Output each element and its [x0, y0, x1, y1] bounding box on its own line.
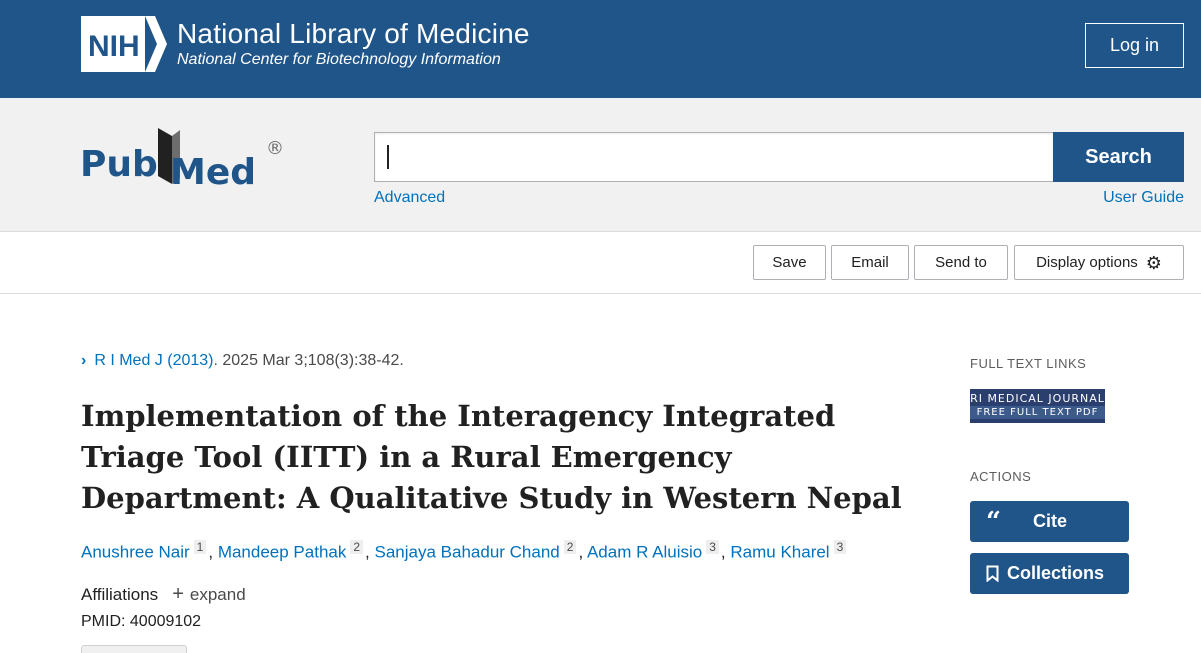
journal-link[interactable]: R I Med J (2013). [94, 352, 218, 370]
chevron-right-icon[interactable]: › [81, 352, 86, 370]
affiliation-number[interactable]: 3 [706, 540, 719, 554]
user-guide-link[interactable]: User Guide [1103, 189, 1184, 207]
quote-icon: “ [986, 506, 1001, 537]
author-link[interactable]: Mandeep Pathak [218, 543, 347, 562]
affiliation-number[interactable]: 3 [833, 540, 847, 554]
author-link[interactable]: Ramu Kharel [730, 543, 829, 562]
advanced-search-link[interactable]: Advanced [374, 189, 445, 207]
affiliation-number[interactable]: 2 [563, 540, 577, 554]
plus-icon: + [172, 583, 184, 605]
search-band: Pub Med ® Search Advanced User Guide [0, 98, 1201, 232]
cite-label: Cite [1032, 511, 1067, 531]
send-to-button[interactable]: Send to [914, 245, 1008, 280]
nih-header: NIH National Library of Medicine Nationa… [0, 0, 1201, 98]
text-caret [387, 145, 389, 169]
full-text-links-heading: FULL TEXT LINKS [970, 356, 1087, 371]
authors-list: Anushree Nair 1, Mandeep Pathak 2, Sanjaya… [81, 540, 848, 563]
pmid: PMID: 40009102 [81, 613, 202, 630]
affiliations-label: Affiliations [81, 584, 159, 604]
nih-badge-icon: NIH [81, 16, 167, 72]
expand-affiliations-button[interactable]: + expand [172, 583, 245, 606]
author-link[interactable]: Adam R Aluisio [587, 543, 702, 562]
search-button[interactable]: Search [1053, 132, 1184, 182]
partial-button[interactable] [81, 645, 187, 653]
display-options-button[interactable]: Display options ⚙ [1014, 245, 1184, 280]
affiliation-number[interactable]: 2 [350, 540, 364, 554]
gear-icon: ⚙ [1145, 252, 1162, 273]
svg-text:®: ® [266, 138, 284, 159]
article-toolbar: Save Email Send to Display options ⚙ [0, 232, 1201, 294]
svg-text:NIH: NIH [88, 30, 140, 63]
cite-button[interactable]: “ Cite [970, 501, 1129, 542]
collections-label: Collections [1007, 563, 1105, 583]
save-button[interactable]: Save [753, 245, 826, 280]
author-link[interactable]: Sanjaya Bahadur Chand [375, 543, 560, 562]
nih-subtitle: National Center for Biotechnology Inform… [177, 51, 501, 68]
citation-details: 2025 Mar 3;108(3):38-42. [217, 352, 404, 369]
nih-logo[interactable]: NIH National Library of Medicine Nationa… [81, 16, 530, 72]
bookmark-icon [986, 565, 999, 582]
article-title: Implementation of the Interagency Integr… [81, 399, 902, 515]
collections-button[interactable]: Collections [970, 553, 1129, 594]
pubmed-logo[interactable]: Pub Med ® [80, 124, 290, 198]
expand-label: expand [189, 584, 246, 604]
search-input[interactable] [374, 132, 1054, 182]
journal-citation: › R I Med J (2013). 2025 Mar 3;108(3):38… [81, 352, 404, 370]
ri-medical-journal-link[interactable]: RI MEDICAL JOURNAL FREE FULL TEXT PDF [970, 389, 1105, 423]
email-button[interactable]: Email [831, 245, 909, 280]
author-link[interactable]: Anushree Nair [81, 543, 190, 562]
actions-heading: ACTIONS [970, 469, 1032, 484]
login-button[interactable]: Log in [1085, 23, 1184, 68]
nih-title: National Library of Medicine [177, 18, 530, 49]
svg-text:Med: Med [170, 152, 256, 193]
svg-text:Pub: Pub [80, 144, 158, 185]
affiliations-row: Affiliations + expand [81, 583, 246, 606]
ri-badge-top: RI MEDICAL JOURNAL [970, 392, 1105, 405]
display-options-label: Display options [1036, 254, 1138, 271]
ri-badge-bottom: FREE FULL TEXT PDF [970, 406, 1105, 419]
affiliation-number[interactable]: 1 [193, 540, 207, 554]
